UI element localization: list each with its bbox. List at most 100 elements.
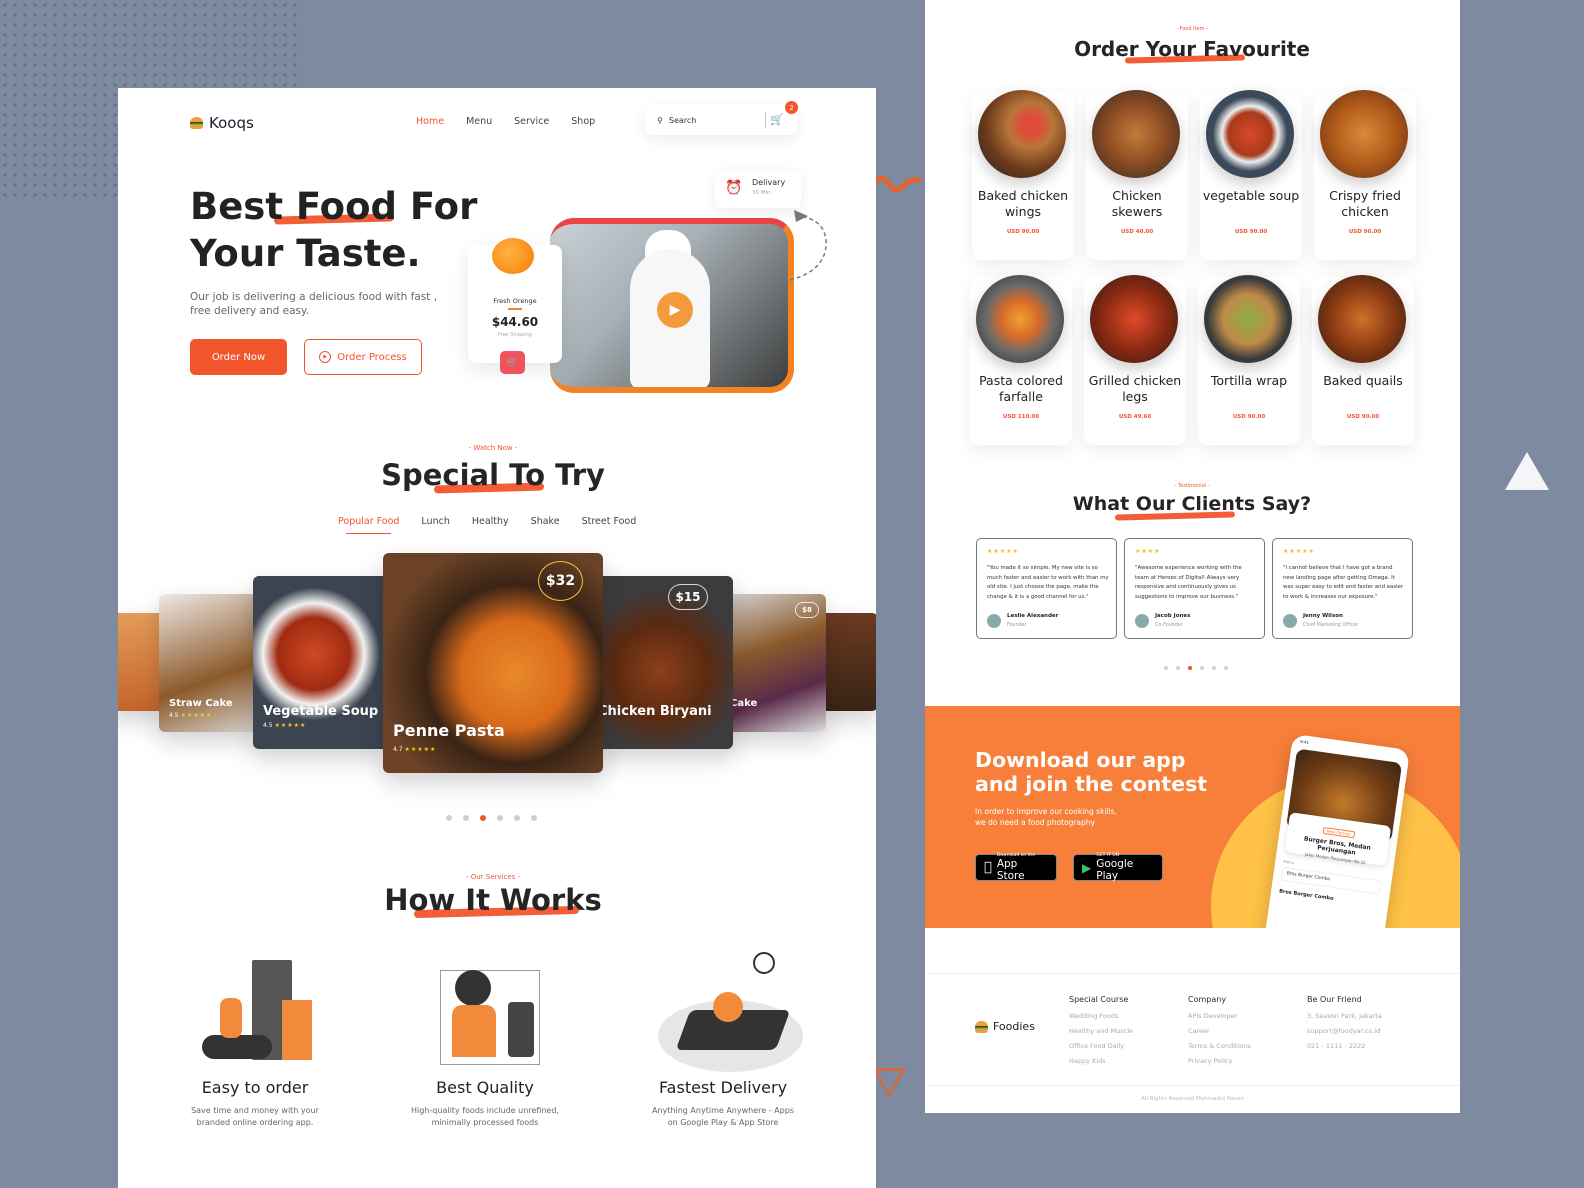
tab-popular-food[interactable]: Popular Food bbox=[338, 516, 399, 534]
nav-shop[interactable]: Shop bbox=[571, 116, 595, 127]
navbar: Kooqs Home Menu Service Shop ⚲ Search 🛒 … bbox=[118, 88, 876, 158]
food-image bbox=[1090, 275, 1178, 363]
pagination-dot[interactable] bbox=[1200, 666, 1204, 670]
food-item-card[interactable]: Baked chicken wings USD 90.00 bbox=[972, 90, 1074, 260]
nav-service[interactable]: Service bbox=[514, 116, 549, 127]
star-rating: ★★★★★ bbox=[180, 712, 213, 719]
nav-home[interactable]: Home bbox=[416, 116, 444, 127]
section-title: What Our Clients Say? bbox=[1072, 493, 1312, 515]
footer-link[interactable]: Privacy Policy bbox=[1188, 1057, 1251, 1065]
app-download-banner: Download our app and join the contest In … bbox=[925, 706, 1460, 928]
food-item-card[interactable]: vegetable soup USD 90.00 bbox=[1200, 90, 1302, 260]
divider bbox=[925, 1085, 1460, 1086]
food-item-card[interactable]: Crispy fried chicken USD 90.00 bbox=[1314, 90, 1416, 260]
hero-subtitle: Our job is delivering a delicious food w… bbox=[190, 291, 438, 317]
tab-street-food[interactable]: Street Food bbox=[582, 516, 637, 527]
footer-link[interactable]: Office Food Daily bbox=[1069, 1042, 1133, 1050]
food-card[interactable]: Chicken Biryani $15 bbox=[588, 576, 733, 749]
nav-menu[interactable]: Menu bbox=[466, 116, 492, 127]
avatar bbox=[1135, 614, 1149, 628]
scooter-delivery-illustration bbox=[190, 950, 320, 1070]
app-store-button[interactable]:  Download on theApp Store bbox=[975, 853, 1057, 882]
chef-video[interactable]: ▶ bbox=[550, 218, 794, 393]
service-best-quality: Best Quality High-quality foods include … bbox=[410, 950, 560, 1129]
footer-link[interactable]: Happy Kids bbox=[1069, 1057, 1133, 1065]
pagination-dot[interactable] bbox=[531, 815, 537, 821]
hero-title: Best Food For Your Taste. bbox=[190, 185, 478, 275]
food-item-card[interactable]: Tortilla wrap USD 90.00 bbox=[1198, 275, 1300, 445]
food-image bbox=[1318, 275, 1406, 363]
pagination-dot[interactable] bbox=[463, 815, 469, 821]
footer-link[interactable]: Healthy and Muscle bbox=[1069, 1027, 1133, 1035]
footer-link[interactable]: APIs Developer bbox=[1188, 1012, 1251, 1020]
food-card[interactable]: Straw Cake 4.5 ★★★★★ bbox=[159, 594, 259, 732]
footer-address: 3, Season Park, Jakarta bbox=[1307, 1012, 1382, 1020]
food-image bbox=[976, 275, 1064, 363]
pagination-dot[interactable] bbox=[446, 815, 452, 821]
food-card[interactable]: Vegetable Soup 4.5 ★★★★★ bbox=[253, 576, 388, 749]
footer-email[interactable]: support@foodyar.co.id bbox=[1307, 1027, 1382, 1035]
tab-healthy[interactable]: Healthy bbox=[472, 516, 509, 527]
testimonial-card: ★★★★★ "You made it so simple. My new sit… bbox=[976, 538, 1117, 639]
star-rating: ★★★★★ bbox=[274, 722, 307, 729]
add-to-cart-icon[interactable]: 🛒 bbox=[500, 351, 525, 374]
food-item-card[interactable]: Baked quails USD 90.00 bbox=[1312, 275, 1414, 445]
star-rating: ★★★★★ bbox=[404, 746, 437, 753]
food-item-card[interactable]: Chicken skewers USD 40.00 bbox=[1086, 90, 1188, 260]
search-icon: ⚲ bbox=[657, 115, 663, 125]
order-process-button[interactable]: ▶ Order Process bbox=[304, 339, 422, 375]
decorative-triangle bbox=[1505, 452, 1549, 490]
pagination-dot[interactable] bbox=[1212, 666, 1216, 670]
pagination-dot[interactable] bbox=[514, 815, 520, 821]
pagination-dot[interactable] bbox=[497, 815, 503, 821]
star-rating: ★★★★ bbox=[1135, 548, 1161, 555]
copyright: All Rights Reserved Mahmadul Hasan bbox=[1141, 1096, 1244, 1102]
cart-count-badge: 2 bbox=[785, 101, 798, 114]
food-item-card[interactable]: Grilled chicken legs USD 49.60 bbox=[1084, 275, 1186, 445]
menu-page: - Food Item - Order Your Favourite Baked… bbox=[925, 0, 1460, 1113]
app-banner-title: Download our app and join the contest bbox=[975, 748, 1208, 796]
tab-shake[interactable]: Shake bbox=[531, 516, 560, 527]
pagination-dot-active[interactable] bbox=[1188, 666, 1192, 670]
basket-icon[interactable]: 🛒 bbox=[770, 113, 784, 126]
pagination-dot[interactable] bbox=[1176, 666, 1180, 670]
food-card-featured[interactable]: Penne Pasta 4.7 ★★★★★ $32 bbox=[383, 553, 603, 773]
delivery-badge: ⏰ Delivary 30 Min bbox=[715, 170, 801, 208]
avatar bbox=[1283, 614, 1297, 628]
section-title: Special To Try bbox=[381, 458, 605, 492]
footer-link[interactable]: Wedding Foods bbox=[1069, 1012, 1133, 1020]
tab-lunch[interactable]: Lunch bbox=[421, 516, 449, 527]
decorative-triangle-outline bbox=[872, 1068, 906, 1098]
promo-name: Fresh Orenge bbox=[493, 297, 537, 305]
divider bbox=[508, 308, 522, 310]
pagination-dot[interactable] bbox=[1224, 666, 1228, 670]
dashed-arrow-icon bbox=[789, 210, 827, 281]
divider bbox=[925, 973, 1460, 974]
quality-illustration bbox=[420, 950, 550, 1070]
footer-link[interactable]: Terms & Conditions bbox=[1188, 1042, 1251, 1050]
footer-brand[interactable]: Foodies bbox=[975, 1020, 1035, 1033]
brand-logo[interactable]: Kooqs bbox=[190, 114, 254, 132]
order-now-button[interactable]: Order Now bbox=[190, 339, 287, 375]
footer-column-special-course: Special Course Wedding Foods Healthy and… bbox=[1069, 995, 1134, 1065]
section-eyebrow: - Watch Now - bbox=[468, 444, 518, 452]
decorative-squiggle bbox=[873, 176, 922, 192]
food-image bbox=[1092, 90, 1180, 178]
food-card[interactable]: Cake $8 bbox=[720, 594, 826, 732]
pagination-dot-active[interactable] bbox=[480, 815, 486, 821]
footer-column-be-our-friend: Be Our Friend 3, Season Park, Jakarta su… bbox=[1307, 995, 1382, 1050]
section-title: Order Your Favourite bbox=[1074, 37, 1310, 61]
star-rating: ★★★★★ bbox=[987, 548, 1019, 555]
food-item-card[interactable]: Pasta colored farfalle USD 110.00 bbox=[970, 275, 1072, 445]
footer-link[interactable]: Career bbox=[1188, 1027, 1251, 1035]
google-play-button[interactable]: ▶ GET IT ON Google Play bbox=[1073, 853, 1163, 882]
food-category-tabs: Popular Food Lunch Healthy Shake Street … bbox=[338, 516, 637, 534]
star-rating: ★★★★★ bbox=[1283, 548, 1315, 555]
food-card-edge[interactable] bbox=[818, 613, 876, 711]
carousel-pagination bbox=[446, 815, 537, 821]
pagination-dot[interactable] bbox=[1164, 666, 1168, 670]
play-icon[interactable]: ▶ bbox=[657, 292, 693, 328]
landing-page: Kooqs Home Menu Service Shop ⚲ Search 🛒 … bbox=[118, 88, 876, 1188]
food-image bbox=[1320, 90, 1408, 178]
apple-icon:  bbox=[984, 860, 992, 875]
